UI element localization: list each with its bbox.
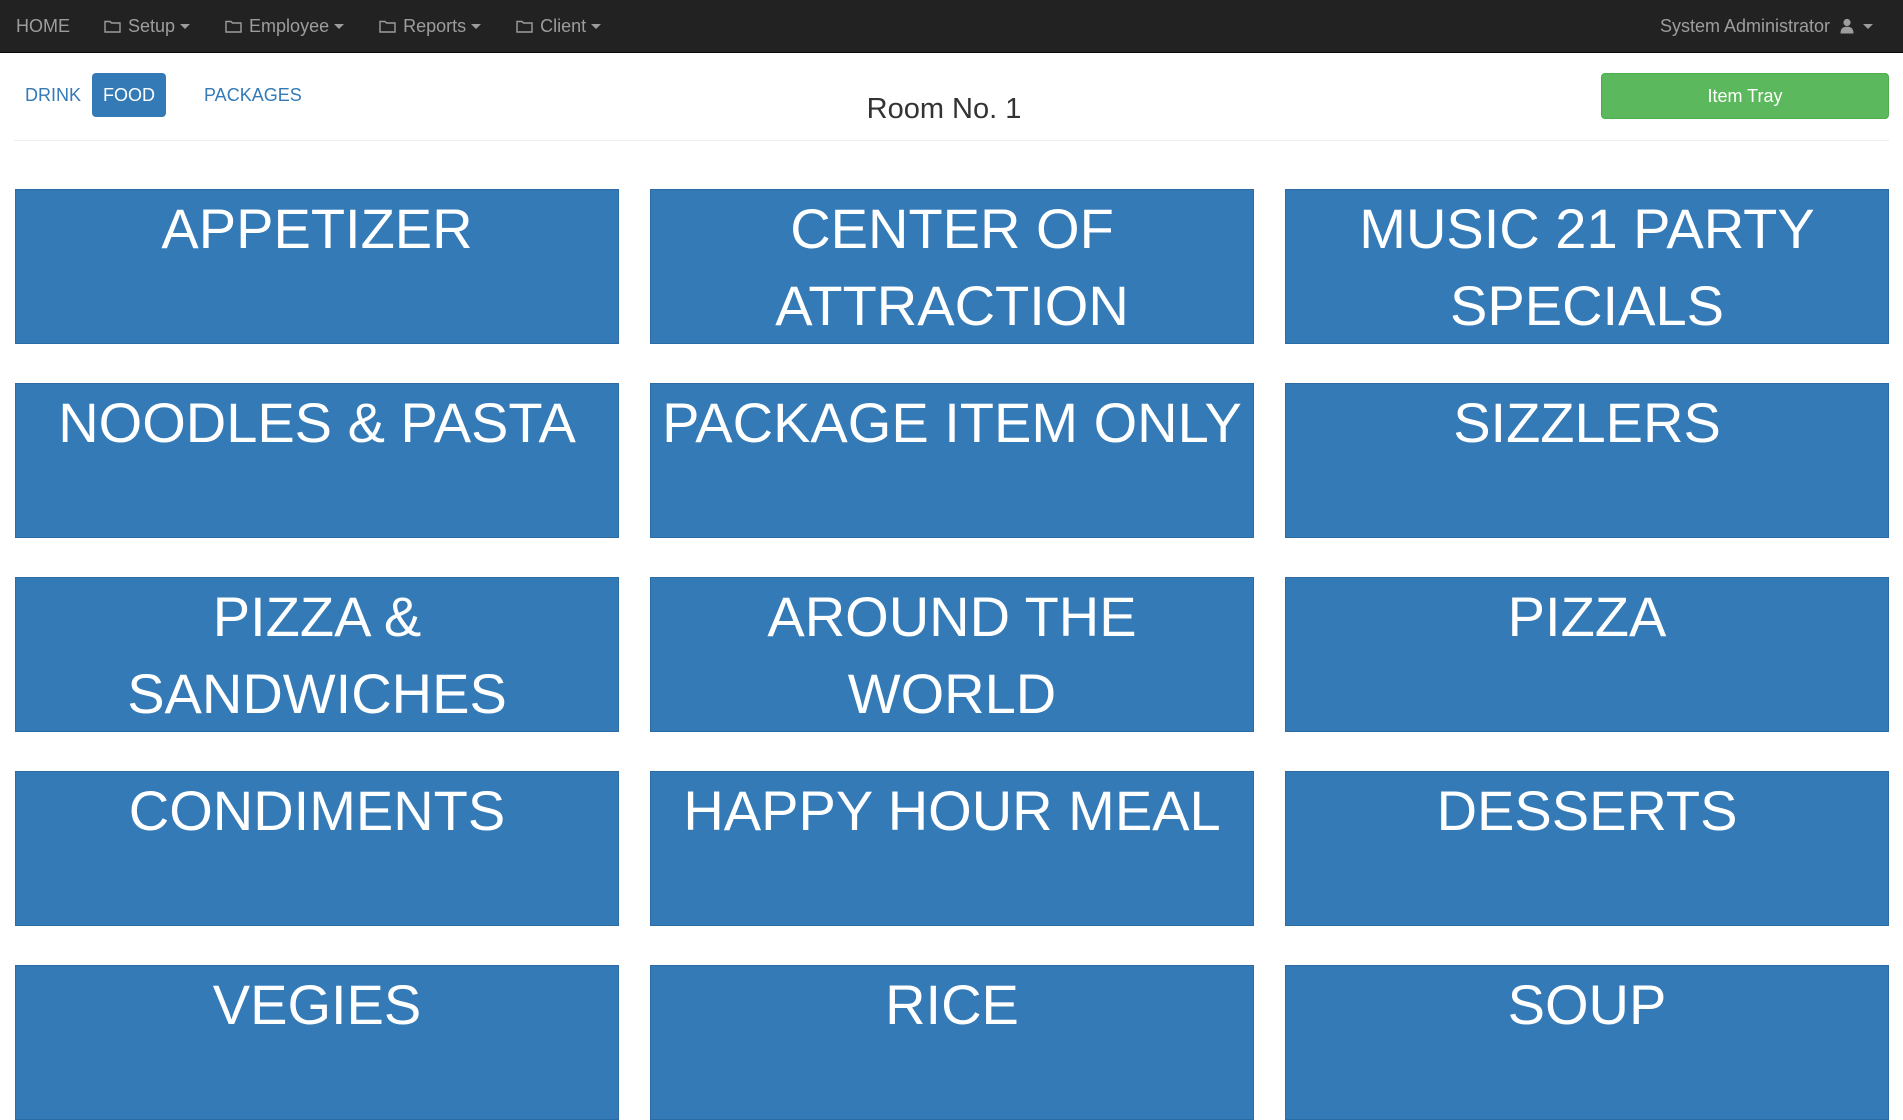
user-icon <box>1840 18 1854 34</box>
chevron-down-icon <box>334 23 345 29</box>
category-vegies-button[interactable]: VEGIES <box>15 965 619 1120</box>
category-pizza-sandwiches-button[interactable]: PIZZA & SANDWICHES <box>15 577 619 732</box>
item-tray-button[interactable]: Item Tray <box>1601 73 1889 119</box>
category-rice-button[interactable]: RICE <box>650 965 1254 1120</box>
chevron-down-icon <box>1863 23 1873 29</box>
category-label: HAPPY HOUR MEAL <box>683 779 1221 842</box>
room-header: DRINK FOOD PACKAGES Room No. 1 Item Tray <box>14 53 1889 141</box>
navbar-right: System Administrator <box>1660 0 1887 52</box>
category-package-item-only-button[interactable]: PACKAGE ITEM ONLY <box>650 383 1254 538</box>
folder-icon <box>379 20 396 33</box>
category-label: MUSIC 21 PARTY SPECIALS <box>1359 197 1815 337</box>
user-name: System Administrator <box>1659 15 1830 36</box>
folder-icon <box>225 20 242 33</box>
nav-client-label: Client <box>540 15 587 36</box>
category-label: RICE <box>885 973 1019 1036</box>
category-appetizer-button[interactable]: APPETIZER <box>15 189 619 344</box>
top-navbar: HOME Setup Employee Reports Client Syste… <box>0 0 1903 53</box>
category-center-of-attraction-button[interactable]: CENTER OF ATTRACTION <box>650 189 1254 344</box>
category-pizza-button[interactable]: PIZZA <box>1285 577 1889 732</box>
chevron-down-icon <box>591 23 602 29</box>
nav-setup-label: Setup <box>128 15 176 36</box>
category-label: PIZZA <box>1507 585 1667 648</box>
category-noodles-pasta-button[interactable]: NOODLES & PASTA <box>15 383 619 538</box>
nav-setup-menu[interactable]: Setup <box>104 0 191 52</box>
category-sizzlers-button[interactable]: SIZZLERS <box>1285 383 1889 538</box>
category-label: DESSERTS <box>1436 779 1738 842</box>
category-label: CONDIMENTS <box>128 779 506 842</box>
folder-icon <box>104 20 121 33</box>
category-label: SOUP <box>1507 973 1667 1036</box>
category-label: PIZZA & SANDWICHES <box>127 585 507 725</box>
category-label: AROUND THE WORLD <box>767 585 1137 725</box>
user-menu[interactable]: System Administrator <box>1660 0 1873 52</box>
room-title: Room No. 1 <box>866 93 1022 125</box>
food-category-grid: APPETIZER CENTER OF ATTRACTION MUSIC 21 … <box>15 189 1889 1120</box>
chevron-down-icon <box>471 23 482 29</box>
category-label: SIZZLERS <box>1453 391 1721 454</box>
category-soup-button[interactable]: SOUP <box>1285 965 1889 1120</box>
folder-icon <box>516 20 533 33</box>
category-condiments-button[interactable]: CONDIMENTS <box>15 771 619 926</box>
category-label: APPETIZER <box>161 197 473 260</box>
category-happy-hour-meal-button[interactable]: HAPPY HOUR MEAL <box>650 771 1254 926</box>
nav-client-menu[interactable]: Client <box>516 0 602 52</box>
chevron-down-icon <box>180 23 191 29</box>
category-around-the-world-button[interactable]: AROUND THE WORLD <box>650 577 1254 732</box>
nav-reports-label: Reports <box>403 15 467 36</box>
category-desserts-button[interactable]: DESSERTS <box>1285 771 1889 926</box>
category-label: NOODLES & PASTA <box>58 391 576 454</box>
nav-employee-menu[interactable]: Employee <box>225 0 345 52</box>
nav-employee-label: Employee <box>249 15 330 36</box>
category-label: CENTER OF ATTRACTION <box>775 197 1129 337</box>
nav-reports-menu[interactable]: Reports <box>379 0 482 52</box>
category-label: VEGIES <box>212 973 422 1036</box>
navbar-left: HOME Setup Employee Reports Client <box>16 0 636 52</box>
category-music-21-party-specials-button[interactable]: MUSIC 21 PARTY SPECIALS <box>1285 189 1889 344</box>
category-label: PACKAGE ITEM ONLY <box>662 391 1242 454</box>
nav-home-link[interactable]: HOME <box>16 0 70 52</box>
